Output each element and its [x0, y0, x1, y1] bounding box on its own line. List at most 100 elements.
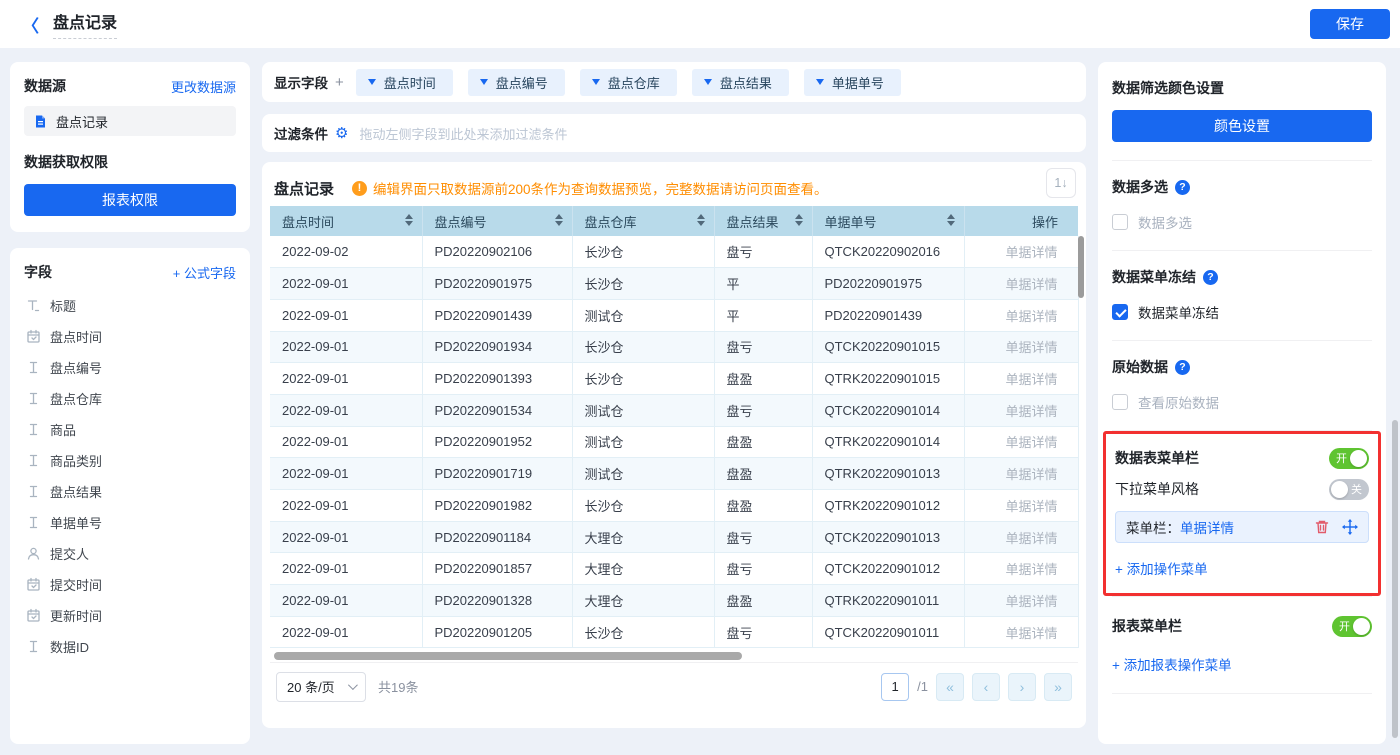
- sort-icon[interactable]: [795, 214, 803, 226]
- chip-warehouse[interactable]: 盘点仓库: [580, 69, 677, 96]
- chip-check-time[interactable]: 盘点时间: [356, 69, 453, 96]
- field-item-doc-no[interactable]: 单据单号: [24, 507, 236, 538]
- raw-data-checkbox[interactable]: [1112, 394, 1128, 410]
- page-input[interactable]: 1: [881, 673, 909, 701]
- move-icon[interactable]: [1342, 519, 1358, 535]
- col-check-no[interactable]: 盘点编号: [422, 206, 572, 236]
- gear-icon[interactable]: ⚙: [335, 124, 348, 142]
- sort-icon[interactable]: [697, 214, 705, 226]
- last-page-button[interactable]: »: [1044, 673, 1072, 701]
- cell-action-link[interactable]: 单据详情: [964, 299, 1078, 331]
- field-item-check-time[interactable]: 盘点时间: [24, 321, 236, 352]
- chevron-left-icon: 〈: [22, 17, 39, 36]
- cell-action-link[interactable]: 单据详情: [964, 458, 1078, 490]
- cell-action-link[interactable]: 单据详情: [964, 268, 1078, 300]
- color-setting-button[interactable]: 颜色设置: [1112, 110, 1372, 142]
- menu-bar-value-link[interactable]: 单据详情: [1180, 517, 1234, 537]
- filter-bar[interactable]: 过滤条件 ⚙ 拖动左侧字段到此处来添加过滤条件: [262, 114, 1086, 152]
- help-icon[interactable]: ?: [1175, 180, 1190, 195]
- help-icon[interactable]: ?: [1203, 270, 1218, 285]
- first-page-button[interactable]: «: [936, 673, 964, 701]
- data-table: 盘点时间 盘点编号 盘点仓库 盘点结果 单据单号 操作 2022-09-02PD…: [270, 206, 1079, 648]
- report-menu-toggle[interactable]: 开: [1332, 616, 1372, 637]
- text-icon: [26, 360, 41, 375]
- dropdown-style-toggle[interactable]: 关: [1329, 479, 1369, 500]
- add-report-action-menu-link[interactable]: + 添加报表操作菜单: [1112, 654, 1232, 674]
- field-item-submitter[interactable]: 提交人: [24, 538, 236, 569]
- cell-warehouse: 大理仓: [572, 521, 714, 553]
- col-result[interactable]: 盘点结果: [714, 206, 812, 236]
- field-item-product[interactable]: 商品: [24, 414, 236, 445]
- field-item-data-id[interactable]: 数据ID: [24, 631, 236, 662]
- cell-time: 2022-09-01: [270, 616, 422, 648]
- chip-check-no[interactable]: 盘点编号: [468, 69, 565, 96]
- cell-time: 2022-09-01: [270, 426, 422, 458]
- page-size-select[interactable]: 20 条/页: [276, 672, 366, 702]
- field-item-warehouse[interactable]: 盘点仓库: [24, 383, 236, 414]
- trash-icon[interactable]: [1314, 519, 1330, 535]
- sort-icon[interactable]: [947, 214, 955, 226]
- col-doc-no[interactable]: 单据单号: [812, 206, 964, 236]
- page-scrollbar-thumb[interactable]: [1392, 420, 1398, 738]
- prev-page-button[interactable]: ‹: [972, 673, 1000, 701]
- cell-action-link[interactable]: 单据详情: [964, 236, 1078, 268]
- cell-warehouse: 长沙仓: [572, 490, 714, 522]
- table-notice: ! 编辑界面只取数据源前200条作为查询数据预览，完整数据请访问页面查看。: [352, 178, 828, 198]
- horizontal-scrollbar-thumb[interactable]: [274, 652, 742, 660]
- field-label: 商品: [50, 420, 76, 439]
- add-display-field-button[interactable]: +: [335, 74, 344, 91]
- menu-freeze-checkbox[interactable]: [1112, 304, 1128, 320]
- add-formula-field-link[interactable]: + 公式字段: [173, 263, 236, 282]
- raw-data-checkbox-row[interactable]: 查看原始数据: [1112, 392, 1372, 412]
- sort-icon[interactable]: [405, 214, 413, 226]
- cell-doc: QTCK20220902016: [812, 236, 964, 268]
- col-warehouse[interactable]: 盘点仓库: [572, 206, 714, 236]
- cell-action-link[interactable]: 单据详情: [964, 616, 1078, 648]
- save-button[interactable]: 保存: [1310, 9, 1390, 39]
- add-action-menu-link[interactable]: + 添加操作菜单: [1115, 558, 1208, 578]
- sort-order-button[interactable]: 1↓: [1046, 168, 1076, 198]
- chip-doc-no[interactable]: 单据单号: [804, 69, 901, 96]
- field-label: 盘点结果: [50, 482, 102, 501]
- table-row: 2022-09-01PD20220901534测试仓盘亏QTCK20220901…: [270, 394, 1078, 426]
- menu-bar-item[interactable]: 菜单栏： 单据详情: [1115, 511, 1369, 543]
- next-page-button[interactable]: ›: [1008, 673, 1036, 701]
- cell-action-link[interactable]: 单据详情: [964, 363, 1078, 395]
- cell-action-link[interactable]: 单据详情: [964, 426, 1078, 458]
- sort-icon[interactable]: [555, 214, 563, 226]
- multi-select-checkbox[interactable]: [1112, 214, 1128, 230]
- field-item-check-no[interactable]: 盘点编号: [24, 352, 236, 383]
- vertical-scrollbar-thumb[interactable]: [1078, 236, 1084, 298]
- cell-action-link[interactable]: 单据详情: [964, 585, 1078, 617]
- cell-action-link[interactable]: 单据详情: [964, 490, 1078, 522]
- field-item-submit-time[interactable]: 提交时间: [24, 569, 236, 600]
- report-menu-section: 报表菜单栏 开 + 添加报表操作菜单: [1112, 597, 1372, 693]
- field-item-product-category[interactable]: 商品类别: [24, 445, 236, 476]
- menu-freeze-checkbox-row[interactable]: 数据菜单冻结: [1112, 302, 1372, 322]
- text-icon: [26, 515, 41, 530]
- cell-warehouse: 测试仓: [572, 458, 714, 490]
- chip-result[interactable]: 盘点结果: [692, 69, 789, 96]
- table-menu-heading: 数据表菜单栏: [1115, 448, 1199, 468]
- sort-order-icon: 1↓: [1054, 176, 1067, 190]
- table-notice-text: 编辑界面只取数据源前200条作为查询数据预览，完整数据请访问页面查看。: [373, 178, 828, 198]
- pagination: 1 /1 « ‹ › »: [881, 673, 1072, 701]
- change-datasource-link[interactable]: 更改数据源: [171, 77, 236, 96]
- col-check-time[interactable]: 盘点时间: [270, 206, 422, 236]
- multi-select-checkbox-row[interactable]: 数据多选: [1112, 212, 1372, 232]
- cell-action-link[interactable]: 单据详情: [964, 331, 1078, 363]
- cell-action-link[interactable]: 单据详情: [964, 394, 1078, 426]
- cell-action-link[interactable]: 单据详情: [964, 521, 1078, 553]
- back-button[interactable]: 〈: [22, 12, 39, 37]
- field-item-update-time[interactable]: 更新时间: [24, 600, 236, 631]
- text-icon: [26, 422, 41, 437]
- cell-action-link[interactable]: 单据详情: [964, 553, 1078, 585]
- table-row: 2022-09-01PD20220901328大理仓盘盈QTRK20220901…: [270, 585, 1078, 617]
- datasource-item[interactable]: 盘点记录: [24, 106, 236, 136]
- cell-result: 盘盈: [714, 490, 812, 522]
- field-item-result[interactable]: 盘点结果: [24, 476, 236, 507]
- table-menu-toggle[interactable]: 开: [1329, 448, 1369, 469]
- help-icon[interactable]: ?: [1175, 360, 1190, 375]
- report-permission-button[interactable]: 报表权限: [24, 184, 236, 216]
- field-item-title[interactable]: 标题: [24, 290, 236, 321]
